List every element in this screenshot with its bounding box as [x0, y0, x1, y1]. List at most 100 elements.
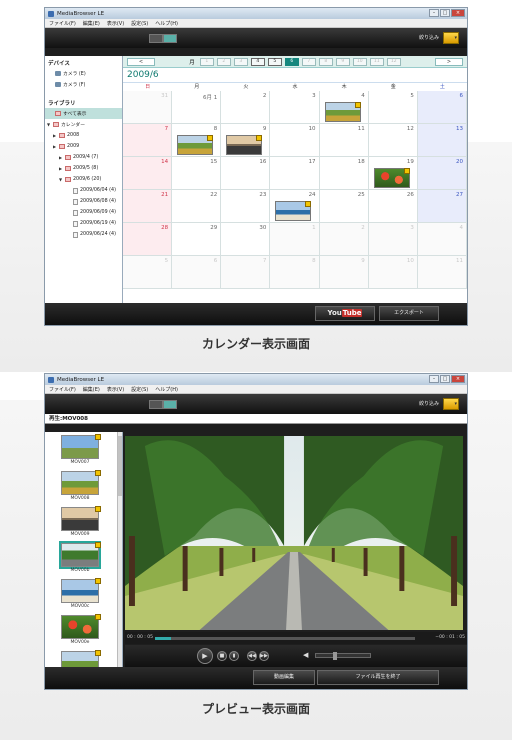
maximize-button[interactable]: □	[440, 9, 450, 17]
calendar-day-cell[interactable]: 20	[417, 157, 467, 190]
menu-item[interactable]: 表示(V)	[107, 386, 124, 393]
calendar-day-cell[interactable]: 6	[417, 91, 467, 124]
day-thumbnail[interactable]	[226, 135, 263, 155]
calendar-day-cell[interactable]: 6	[172, 256, 222, 289]
close-button[interactable]: ×	[451, 375, 465, 383]
calendar-day-cell[interactable]: 29	[172, 223, 222, 256]
calendar-day-cell[interactable]: 21	[123, 190, 173, 223]
month-chip[interactable]: 4	[250, 57, 265, 66]
calendar-day-cell[interactable]: 18	[319, 157, 369, 190]
seek-track[interactable]	[155, 637, 415, 640]
calendar-view-button[interactable]	[163, 34, 177, 43]
menu-item[interactable]: ファイル(F)	[49, 20, 76, 27]
month-chip[interactable]: 11	[369, 57, 384, 66]
minimize-button[interactable]: –	[429, 375, 439, 383]
menu-item[interactable]: ヘルプ(H)	[155, 386, 178, 393]
sidebar-item-show-all[interactable]: すべて表示	[45, 108, 122, 119]
month-chip[interactable]: 8	[318, 57, 333, 66]
month-chip[interactable]: 6	[284, 57, 299, 66]
sidebar-item-camera-e[interactable]: カメラ (E)	[45, 68, 122, 79]
minimize-button[interactable]: –	[429, 9, 439, 17]
sidebar-item-day[interactable]: 2009/06/19 (4)	[45, 218, 122, 229]
thumbnail-item[interactable]: MOV00e	[45, 612, 122, 648]
edit-video-button[interactable]: 動画編集	[253, 670, 315, 685]
calendar-day-cell[interactable]: 26	[368, 190, 418, 223]
calendar-day-cell[interactable]: 5	[368, 91, 418, 124]
calendar-day-cell[interactable]: 8	[270, 256, 320, 289]
month-chip[interactable]: 7	[301, 57, 316, 66]
calendar-day-cell[interactable]: 6月 1	[172, 91, 222, 124]
sidebar-item-month[interactable]: ▶ 2009/5 (8)	[45, 163, 122, 174]
thumbnail-item[interactable]: MOV009	[45, 504, 122, 540]
calendar-day-cell[interactable]: 9	[221, 124, 271, 157]
sidebar-item-day[interactable]: 2009/06/24 (4)	[45, 229, 122, 240]
seek-bar[interactable]: 00 : 00 : 05 −00 : 01 : 05	[125, 632, 467, 644]
month-chip[interactable]: 3	[233, 57, 248, 66]
month-chip[interactable]: 9	[335, 57, 350, 66]
calendar-day-cell[interactable]: 7	[123, 124, 173, 157]
calendar-day-cell[interactable]: 12	[368, 124, 418, 157]
calendar-day-cell[interactable]: 24	[270, 190, 320, 223]
calendar-day-cell[interactable]: 4	[417, 223, 467, 256]
calendar-day-cell[interactable]: 9	[319, 256, 369, 289]
sidebar-item-month[interactable]: ▶ 2009/4 (7)	[45, 152, 122, 163]
month-chip[interactable]: 10	[352, 57, 367, 66]
calendar-day-cell[interactable]: 25	[319, 190, 369, 223]
calendar-day-cell[interactable]: 7	[221, 256, 271, 289]
sidebar-item-day[interactable]: 2009/06/04 (4)	[45, 185, 122, 196]
sidebar-item-day[interactable]: 2009/06/08 (4)	[45, 196, 122, 207]
calendar-day-cell[interactable]: 4	[319, 91, 369, 124]
calendar-day-cell[interactable]: 2	[221, 91, 271, 124]
day-thumbnail[interactable]	[373, 168, 410, 188]
menu-item[interactable]: ファイル(F)	[49, 386, 76, 393]
month-chip[interactable]: 2	[216, 57, 231, 66]
menu-item[interactable]: 編集(E)	[83, 20, 100, 27]
thumbnail-item[interactable]: MOV00b	[45, 540, 122, 576]
calendar-day-cell[interactable]: 28	[123, 223, 173, 256]
maximize-button[interactable]: □	[440, 375, 450, 383]
calendar-day-cell[interactable]: 16	[221, 157, 271, 190]
sidebar-item-month[interactable]: ▼ 2009/6 (20)	[45, 174, 122, 185]
calendar-day-cell[interactable]: 15	[172, 157, 222, 190]
rewind-button[interactable]: ◀◀	[247, 651, 257, 661]
close-button[interactable]: ×	[451, 9, 465, 17]
calendar-day-cell[interactable]: 14	[123, 157, 173, 190]
calendar-day-cell[interactable]: 13	[417, 124, 467, 157]
end-playback-button[interactable]: ファイル再生を終了	[317, 670, 439, 685]
sidebar-item-year[interactable]: ▶ 2009	[45, 141, 122, 152]
day-thumbnail[interactable]	[275, 201, 312, 221]
stop-button[interactable]: ■	[217, 651, 227, 661]
calendar-day-cell[interactable]: 22	[172, 190, 222, 223]
list-view-button[interactable]	[149, 34, 163, 43]
play-button[interactable]: ▶	[197, 648, 213, 664]
thumbnail-item[interactable]: MOV007	[45, 432, 122, 468]
calendar-day-cell[interactable]: 3	[270, 91, 320, 124]
sidebar-item-camera-f[interactable]: カメラ (F)	[45, 79, 122, 90]
month-chip[interactable]: 12	[386, 57, 401, 66]
calendar-day-cell[interactable]: 27	[417, 190, 467, 223]
thumbnail-item[interactable]: MOV008	[45, 468, 122, 504]
calendar-day-cell[interactable]: 11	[319, 124, 369, 157]
calendar-day-cell[interactable]: 19	[368, 157, 418, 190]
calendar-day-cell[interactable]: 30	[221, 223, 271, 256]
youtube-button[interactable]: YouTube	[315, 306, 375, 321]
calendar-view-button[interactable]	[163, 400, 177, 409]
thumbnail-item[interactable]: MOV00c	[45, 576, 122, 612]
calendar-day-cell[interactable]: 5	[123, 256, 173, 289]
sidebar-item-year[interactable]: ▶ 2008	[45, 130, 122, 141]
fast-forward-button[interactable]: ▶▶	[259, 651, 269, 661]
sidebar-item-day[interactable]: 2009/06/09 (4)	[45, 207, 122, 218]
calendar-day-cell[interactable]: 31	[123, 91, 173, 124]
export-button[interactable]: エクスポート	[379, 306, 439, 321]
day-thumbnail[interactable]	[177, 135, 214, 155]
volume-slider[interactable]	[315, 652, 371, 660]
menu-item[interactable]: 表示(V)	[107, 20, 124, 27]
month-chip[interactable]: 5	[267, 57, 282, 66]
frame-step-button[interactable]: ▮	[229, 651, 239, 661]
menu-item[interactable]: 設定(S)	[131, 20, 148, 27]
next-month-button[interactable]: >	[435, 58, 463, 66]
filter-button[interactable]: ▾	[443, 398, 459, 410]
list-view-button[interactable]	[149, 400, 163, 409]
prev-month-button[interactable]: <	[127, 58, 155, 66]
month-chip[interactable]: 1	[199, 57, 214, 66]
